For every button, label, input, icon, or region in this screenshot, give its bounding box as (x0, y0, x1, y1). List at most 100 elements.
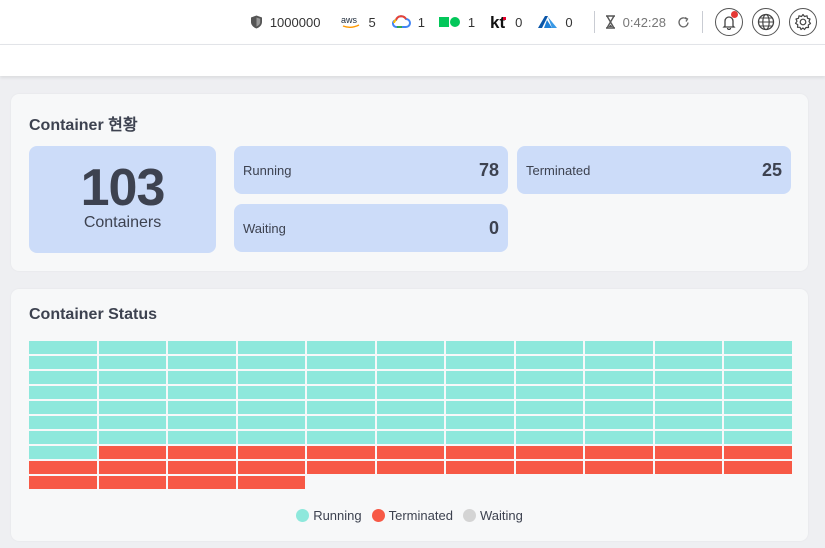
container-cell-running[interactable] (446, 431, 514, 444)
container-cell-running[interactable] (724, 431, 792, 444)
container-cell-running[interactable] (585, 416, 653, 429)
container-cell-terminated[interactable] (237, 461, 306, 474)
container-cell-terminated[interactable] (654, 446, 723, 459)
container-cell-running[interactable] (654, 356, 723, 369)
container-cell-running[interactable] (307, 401, 375, 414)
container-cell-running[interactable] (585, 341, 653, 354)
container-cell-terminated[interactable] (307, 461, 375, 474)
container-cell-running[interactable] (98, 371, 167, 384)
container-cell-running[interactable] (515, 356, 584, 369)
container-cell-running[interactable] (307, 431, 375, 444)
container-cell-running[interactable] (376, 386, 445, 399)
container-cell-running[interactable] (168, 431, 236, 444)
container-cell-terminated[interactable] (376, 446, 445, 459)
provider-azure[interactable]: 0 (538, 15, 573, 30)
container-cell-running[interactable] (654, 401, 723, 414)
container-cell-running[interactable] (585, 401, 653, 414)
container-cell-running[interactable] (237, 416, 306, 429)
container-cell-running[interactable] (585, 386, 653, 399)
container-cell-running[interactable] (237, 341, 306, 354)
container-cell-running[interactable] (98, 431, 167, 444)
container-cell-running[interactable] (724, 401, 792, 414)
container-cell-terminated[interactable] (237, 476, 306, 489)
container-cell-terminated[interactable] (446, 461, 514, 474)
container-cell-terminated[interactable] (307, 446, 375, 459)
container-cell-running[interactable] (446, 356, 514, 369)
provider-naver[interactable]: 1 (438, 15, 475, 30)
container-cell-terminated[interactable] (168, 461, 236, 474)
container-cell-terminated[interactable] (446, 446, 514, 459)
container-cell-running[interactable] (168, 356, 236, 369)
container-cell-running[interactable] (29, 386, 97, 399)
container-cell-running[interactable] (168, 371, 236, 384)
container-cell-terminated[interactable] (168, 446, 236, 459)
container-cell-running[interactable] (29, 431, 97, 444)
container-cell-running[interactable] (515, 431, 584, 444)
container-cell-terminated[interactable] (237, 446, 306, 459)
container-cell-running[interactable] (446, 386, 514, 399)
container-cell-running[interactable] (237, 386, 306, 399)
container-cell-running[interactable] (446, 416, 514, 429)
waiting-stat[interactable]: Waiting 0 (234, 204, 508, 252)
container-cell-running[interactable] (724, 356, 792, 369)
provider-kt[interactable]: kt 0 (490, 14, 522, 30)
refresh-icon[interactable] (677, 16, 690, 29)
container-cell-terminated[interactable] (515, 461, 584, 474)
container-cell-running[interactable] (98, 356, 167, 369)
container-cell-running[interactable] (585, 356, 653, 369)
container-cell-running[interactable] (29, 356, 97, 369)
container-cell-running[interactable] (654, 341, 723, 354)
container-cell-running[interactable] (446, 371, 514, 384)
container-cell-terminated[interactable] (98, 446, 167, 459)
container-cell-running[interactable] (29, 401, 97, 414)
container-cell-running[interactable] (98, 341, 167, 354)
container-cell-terminated[interactable] (98, 476, 167, 489)
container-cell-terminated[interactable] (585, 461, 653, 474)
container-cell-running[interactable] (307, 371, 375, 384)
container-cell-running[interactable] (515, 341, 584, 354)
container-cell-running[interactable] (724, 416, 792, 429)
container-cell-running[interactable] (515, 386, 584, 399)
container-cell-running[interactable] (376, 356, 445, 369)
container-cell-running[interactable] (237, 371, 306, 384)
container-cell-running[interactable] (654, 416, 723, 429)
container-cell-terminated[interactable] (98, 461, 167, 474)
legend-item-running[interactable]: Running (296, 508, 362, 523)
container-cell-running[interactable] (307, 341, 375, 354)
container-cell-running[interactable] (654, 386, 723, 399)
container-cell-terminated[interactable] (168, 476, 236, 489)
container-cell-running[interactable] (98, 386, 167, 399)
container-cell-running[interactable] (724, 341, 792, 354)
container-cell-running[interactable] (29, 371, 97, 384)
legend-item-terminated[interactable]: Terminated (371, 508, 453, 523)
container-cell-running[interactable] (29, 341, 97, 354)
container-cell-running[interactable] (307, 416, 375, 429)
container-cell-terminated[interactable] (29, 476, 97, 489)
container-cell-running[interactable] (98, 416, 167, 429)
container-cell-running[interactable] (307, 356, 375, 369)
container-cell-running[interactable] (515, 416, 584, 429)
container-cell-terminated[interactable] (585, 446, 653, 459)
container-cell-running[interactable] (654, 431, 723, 444)
container-cell-running[interactable] (376, 371, 445, 384)
container-cell-terminated[interactable] (515, 446, 584, 459)
notification-button[interactable] (715, 8, 743, 36)
container-cell-running[interactable] (376, 341, 445, 354)
container-cell-terminated[interactable] (376, 461, 445, 474)
container-cell-running[interactable] (654, 371, 723, 384)
container-cell-running[interactable] (29, 416, 97, 429)
legend-item-waiting[interactable]: Waiting (462, 508, 523, 523)
container-cell-running[interactable] (237, 401, 306, 414)
terminated-stat[interactable]: Terminated 25 (517, 146, 791, 194)
container-cell-running[interactable] (98, 401, 167, 414)
container-cell-running[interactable] (237, 431, 306, 444)
container-cell-running[interactable] (29, 446, 97, 459)
container-cell-running[interactable] (376, 431, 445, 444)
container-cell-running[interactable] (168, 386, 236, 399)
container-cell-running[interactable] (376, 416, 445, 429)
container-cell-running[interactable] (307, 386, 375, 399)
container-cell-running[interactable] (168, 401, 236, 414)
language-button[interactable] (752, 8, 780, 36)
container-cell-running[interactable] (585, 371, 653, 384)
container-cell-running[interactable] (515, 401, 584, 414)
